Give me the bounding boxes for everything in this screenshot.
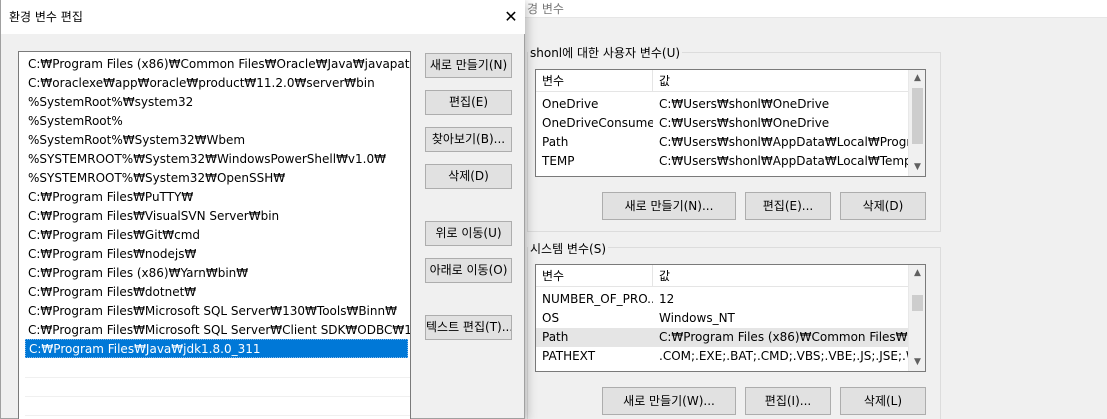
variable-value: Windows_NT bbox=[659, 311, 735, 325]
scroll-down-icon[interactable]: ▼ bbox=[909, 159, 925, 176]
move-up-button[interactable]: 위로 이동(U) bbox=[425, 221, 512, 246]
list-item[interactable]: C:₩Program Files (x86)₩Common Files₩Orac… bbox=[25, 55, 410, 74]
variable-value: C:₩Users₩shonl₩OneDrive bbox=[659, 116, 830, 130]
move-down-button[interactable]: 아래로 이동(O) bbox=[425, 258, 512, 283]
column-header-variable[interactable]: 변수 bbox=[536, 70, 653, 92]
list-item-empty[interactable] bbox=[25, 397, 410, 416]
user-variables-header: 변수 값 bbox=[536, 70, 908, 92]
list-item[interactable]: %SYSTEMROOT%₩System32₩OpenSSH₩ bbox=[25, 169, 410, 188]
column-header-value[interactable]: 값 bbox=[653, 265, 910, 287]
table-row[interactable]: PATHEXT .COM;.EXE;.BAT;.CMD;.VBS;.VBE;.J… bbox=[536, 347, 910, 366]
close-icon[interactable]: ✕ bbox=[497, 0, 525, 34]
variable-name: PATHEXT bbox=[542, 349, 596, 363]
list-item[interactable]: C:₩Program Files₩PuTTY₩ bbox=[25, 188, 410, 207]
table-row[interactable]: OneDrive C:₩Users₩shonl₩OneDrive bbox=[536, 95, 908, 114]
new-button[interactable]: 새로 만들기(N) bbox=[425, 53, 512, 78]
list-item[interactable]: %SystemRoot%₩System32₩Wbem bbox=[25, 131, 410, 150]
system-edit-button[interactable]: 편집(I)... bbox=[745, 387, 831, 415]
list-item-selected[interactable]: C:₩Program Files₩Java₩jdk1.8.0_311 bbox=[25, 339, 408, 358]
system-variables-scrollbar[interactable]: ▲ ▼ bbox=[908, 265, 925, 371]
user-variables-list[interactable]: 변수 값 OneDrive C:₩Users₩shonl₩OneDrive On… bbox=[535, 69, 926, 177]
dialog-titlebar: 환경 변수 편집 ✕ bbox=[1, 0, 525, 34]
user-variables-label: shonl에 대한 사용자 변수(U) bbox=[528, 44, 683, 61]
table-row[interactable]: Path C:₩Program Files (x86)₩Common Files… bbox=[536, 328, 910, 347]
variable-name: Path bbox=[542, 135, 569, 149]
list-item[interactable]: C:₩Program Files₩Git₩cmd bbox=[25, 226, 410, 245]
scroll-up-icon[interactable]: ▲ bbox=[909, 265, 925, 282]
scroll-thumb[interactable] bbox=[912, 295, 923, 311]
edit-button[interactable]: 편집(E) bbox=[425, 90, 512, 115]
list-item[interactable]: C:₩Program Files₩VisualSVN Server₩bin bbox=[25, 207, 410, 226]
system-variables-list[interactable]: 변수 값 NUMBER_OF_PRO... 12 OS Windows_NT P… bbox=[535, 264, 926, 372]
system-new-button[interactable]: 새로 만들기(W)... bbox=[602, 387, 736, 415]
system-variables-header: 변수 값 bbox=[536, 265, 908, 287]
browse-button[interactable]: 찾아보기(B)... bbox=[425, 127, 512, 152]
variable-name: NUMBER_OF_PRO... bbox=[542, 292, 653, 306]
table-row[interactable]: NUMBER_OF_PRO... 12 bbox=[536, 290, 908, 309]
variable-value: 12 bbox=[659, 292, 675, 306]
list-item[interactable]: C:₩Program Files₩Microsoft SQL Server₩Cl… bbox=[25, 321, 410, 340]
edit-text-button[interactable]: 텍스트 편집(T)... bbox=[425, 315, 512, 340]
list-item[interactable]: C:₩Program Files (x86)₩Yarn₩bin₩ bbox=[25, 264, 410, 283]
variable-value: C:₩Users₩shonl₩AppData₩Local₩Temp bbox=[659, 154, 910, 168]
scroll-down-icon[interactable]: ▼ bbox=[909, 354, 925, 371]
dialog-title: 환경 변수 편집 bbox=[9, 10, 83, 24]
delete-button[interactable]: 삭제(D) bbox=[425, 164, 512, 189]
variable-name: OneDriveConsumer bbox=[542, 116, 653, 130]
variable-value: C:₩Program Files (x86)₩Common Files₩Or..… bbox=[659, 330, 910, 344]
variable-name: TEMP bbox=[542, 154, 575, 168]
column-header-variable[interactable]: 변수 bbox=[536, 265, 653, 287]
list-item[interactable]: C:₩Program Files₩nodejs₩ bbox=[25, 245, 410, 264]
variable-name: OneDrive bbox=[542, 97, 599, 111]
list-item-empty[interactable] bbox=[25, 378, 410, 397]
list-item[interactable]: %SYSTEMROOT%₩System32₩WindowsPowerShell₩… bbox=[25, 150, 410, 169]
variable-name: Path bbox=[542, 330, 569, 344]
user-variables-scrollbar[interactable]: ▲ ▼ bbox=[908, 70, 925, 176]
variable-name: OS bbox=[542, 311, 560, 325]
scroll-thumb[interactable] bbox=[912, 88, 923, 144]
variable-value: .COM;.EXE;.BAT;.CMD;.VBS;.VBE;.JS;.JSE;.… bbox=[659, 349, 910, 363]
scroll-up-icon[interactable]: ▲ bbox=[909, 70, 925, 87]
table-row[interactable]: OneDriveConsumer C:₩Users₩shonl₩OneDrive bbox=[536, 114, 908, 133]
list-item-empty[interactable] bbox=[25, 359, 410, 378]
table-row[interactable]: OS Windows_NT bbox=[536, 309, 908, 328]
list-item[interactable]: C:₩Program Files₩Microsoft SQL Server₩13… bbox=[25, 302, 410, 321]
bg-window-title: 경 변수 bbox=[527, 2, 564, 16]
list-item[interactable]: C:₩oraclexe₩app₩oracle₩product₩11.2.0₩se… bbox=[25, 74, 410, 93]
table-row[interactable]: TEMP C:₩Users₩shonl₩AppData₩Local₩Temp bbox=[536, 152, 910, 171]
system-variables-label: 시스템 변수(S) bbox=[528, 240, 608, 257]
user-edit-button[interactable]: 편집(E)... bbox=[745, 192, 831, 220]
user-delete-button[interactable]: 삭제(D) bbox=[840, 192, 926, 220]
column-header-value[interactable]: 값 bbox=[653, 70, 910, 92]
variable-value: C:₩Users₩shonl₩AppData₩Local₩Program... bbox=[659, 135, 910, 149]
table-row[interactable]: Path C:₩Users₩shonl₩AppData₩Local₩Progra… bbox=[536, 133, 910, 152]
list-item[interactable]: %SystemRoot%₩system32 bbox=[25, 93, 410, 112]
edit-environment-variable-dialog: 환경 변수 편집 ✕ C:₩Program Files (x86)₩Common… bbox=[0, 0, 525, 419]
system-delete-button[interactable]: 삭제(L) bbox=[840, 387, 926, 415]
list-item[interactable]: %SystemRoot% bbox=[25, 112, 410, 131]
variable-value: C:₩Users₩shonl₩OneDrive bbox=[659, 97, 830, 111]
user-new-button[interactable]: 새로 만들기(N)... bbox=[602, 192, 736, 220]
path-list[interactable]: C:₩Program Files (x86)₩Common Files₩Orac… bbox=[18, 51, 411, 419]
list-item[interactable]: C:₩Program Files₩dotnet₩ bbox=[25, 283, 410, 302]
